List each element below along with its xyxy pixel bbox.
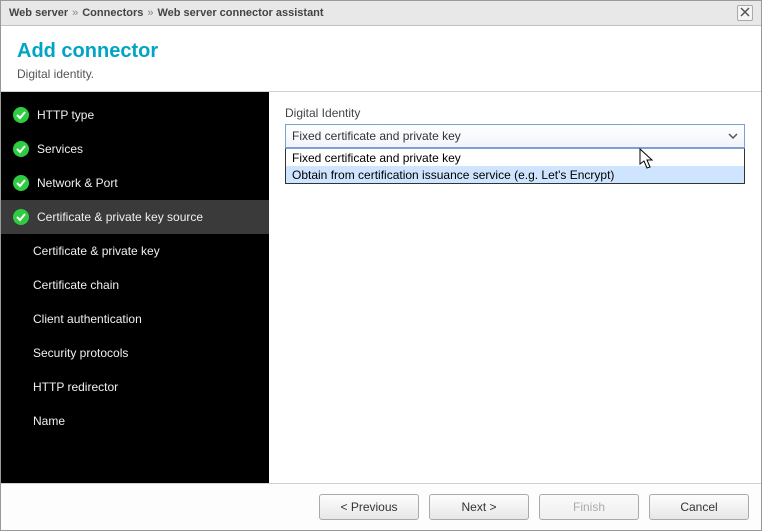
- sidebar-item-label: Client authentication: [33, 312, 142, 326]
- check-circle-icon: [13, 175, 29, 191]
- close-icon: [740, 7, 750, 20]
- sidebar-item-label: Name: [33, 414, 65, 428]
- breadcrumb-sep: »: [147, 7, 153, 19]
- sidebar-item-label: Security protocols: [33, 346, 128, 360]
- digital-identity-label: Digital Identity: [285, 106, 745, 120]
- dropdown-option-fixed[interactable]: Fixed certificate and private key: [286, 149, 744, 166]
- check-circle-icon: [13, 107, 29, 123]
- dropdown-list: Fixed certificate and private key Obtain…: [285, 148, 745, 184]
- sidebar-item-name[interactable]: Name: [1, 404, 269, 438]
- sidebar-item-label: HTTP redirector: [33, 380, 118, 394]
- page-title: Add connector: [17, 40, 745, 63]
- titlebar: Web server » Connectors » Web server con…: [1, 1, 761, 26]
- sidebar-item-http-redirector[interactable]: HTTP redirector: [1, 370, 269, 404]
- sidebar-item-label: HTTP type: [37, 108, 94, 122]
- breadcrumb-item[interactable]: Web server: [9, 7, 68, 19]
- close-button[interactable]: [737, 5, 753, 21]
- sidebar-item-label: Certificate & private key source: [37, 210, 203, 224]
- check-circle-icon: [13, 141, 29, 157]
- sidebar-item-label: Certificate & private key: [33, 244, 160, 258]
- sidebar-item-http-type[interactable]: HTTP type: [1, 98, 269, 132]
- check-circle-icon: [13, 209, 29, 225]
- next-button[interactable]: Next >: [429, 494, 529, 520]
- breadcrumb-item[interactable]: Connectors: [82, 7, 143, 19]
- digital-identity-select[interactable]: Fixed certificate and private key Fixed …: [285, 124, 745, 148]
- wizard-footer: < Previous Next > Finish Cancel: [1, 483, 761, 530]
- wizard-body: HTTP type Services Network & Port Certif…: [1, 92, 761, 483]
- sidebar-item-client-auth[interactable]: Client authentication: [1, 302, 269, 336]
- select-value: Fixed certificate and private key: [292, 129, 461, 143]
- sidebar-item-cert-chain[interactable]: Certificate chain: [1, 268, 269, 302]
- wizard-main: Digital Identity Fixed certificate and p…: [269, 92, 761, 483]
- breadcrumb-item: Web server connector assistant: [157, 7, 323, 19]
- sidebar-item-cert-private-key[interactable]: Certificate & private key: [1, 234, 269, 268]
- dropdown-option-obtain-service[interactable]: Obtain from certification issuance servi…: [286, 166, 744, 183]
- select-display[interactable]: Fixed certificate and private key: [285, 124, 745, 148]
- wizard-sidebar: HTTP type Services Network & Port Certif…: [1, 92, 269, 483]
- sidebar-item-cert-key-source[interactable]: Certificate & private key source: [1, 200, 269, 234]
- sidebar-item-services[interactable]: Services: [1, 132, 269, 166]
- finish-button: Finish: [539, 494, 639, 520]
- page-subtitle: Digital identity.: [17, 67, 745, 81]
- cancel-button[interactable]: Cancel: [649, 494, 749, 520]
- sidebar-item-security-protocols[interactable]: Security protocols: [1, 336, 269, 370]
- breadcrumb-sep: »: [72, 7, 78, 19]
- sidebar-item-network-port[interactable]: Network & Port: [1, 166, 269, 200]
- chevron-down-icon: [725, 128, 741, 144]
- wizard-header: Add connector Digital identity.: [1, 26, 761, 92]
- sidebar-item-label: Certificate chain: [33, 278, 119, 292]
- sidebar-item-label: Services: [37, 142, 83, 156]
- sidebar-item-label: Network & Port: [37, 176, 118, 190]
- wizard-window: Web server » Connectors » Web server con…: [0, 0, 762, 531]
- previous-button[interactable]: < Previous: [319, 494, 419, 520]
